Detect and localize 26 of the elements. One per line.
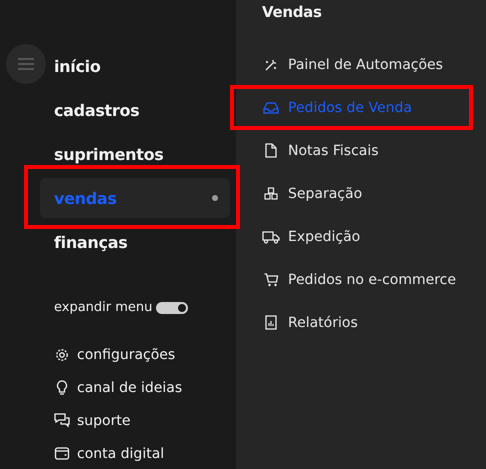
- submenu-title: Vendas: [262, 3, 323, 23]
- wallet-icon: [54, 447, 70, 460]
- footer-link[interactable]: configurações: [77, 346, 176, 362]
- menu-item[interactable]: suprimentos: [40, 132, 230, 176]
- submenu-item[interactable]: Expedição: [262, 215, 486, 258]
- submenu-item[interactable]: Relatórios: [262, 301, 486, 344]
- footer-link[interactable]: suporte: [77, 412, 130, 428]
- submenu-item[interactable]: Separação: [262, 172, 486, 215]
- toggle-switch[interactable]: [156, 302, 188, 314]
- menu-item[interactable]: finanças: [40, 220, 230, 264]
- inbox-icon: [262, 102, 280, 114]
- menu-item[interactable]: início: [40, 44, 230, 88]
- dot-icon: [212, 195, 218, 201]
- chat-icon: [54, 413, 70, 428]
- footer-link[interactable]: canal de ideias: [77, 380, 182, 396]
- submenu-item[interactable]: Pedidos no e-commerce: [262, 258, 486, 301]
- expand-menu-label: expandir menu: [54, 300, 152, 315]
- boxes-icon: [262, 186, 280, 200]
- truck-icon: [262, 230, 280, 244]
- cart-icon: [262, 272, 280, 286]
- footer-link[interactable]: conta digital: [77, 446, 164, 462]
- menu-item[interactable]: cadastros: [40, 88, 230, 132]
- settings-icon: [54, 348, 70, 362]
- submenu-item[interactable]: Notas Fiscais: [262, 129, 486, 172]
- submenu-item[interactable]: Painel de Automações: [262, 43, 486, 86]
- lightbulb-icon: [54, 380, 70, 396]
